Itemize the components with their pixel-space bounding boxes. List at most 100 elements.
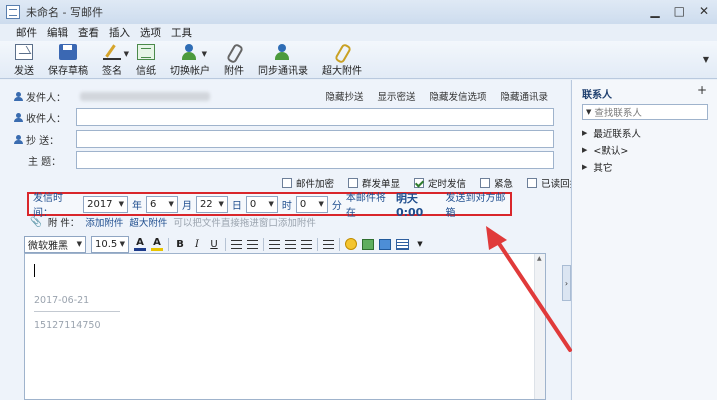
checkbox[interactable] bbox=[480, 178, 491, 188]
align-left-icon[interactable] bbox=[269, 239, 280, 249]
attachment-button[interactable]: 附件 bbox=[224, 41, 244, 77]
send-options: 邮件加密 群发单显 定时发信 紧急 已读回执 bbox=[282, 176, 579, 190]
insert-image-icon[interactable] bbox=[362, 238, 374, 250]
option-urgent[interactable]: 紧急 bbox=[480, 176, 513, 190]
menu-tools[interactable]: 工具 bbox=[171, 25, 192, 40]
format-toolbar: 微软雅黑 ▼ 10.5 ▼ A A B I U ▼ bbox=[24, 235, 544, 253]
font-size-select[interactable]: 10.5 ▼ bbox=[91, 235, 129, 253]
hour-unit: 时 bbox=[281, 200, 292, 212]
hour-select[interactable]: 0 ▼ bbox=[245, 195, 278, 213]
collapse-sidebar-button[interactable]: › bbox=[562, 265, 571, 301]
message-body-editor[interactable]: 2017-06-21 15127114750 bbox=[24, 253, 546, 400]
option-scheduled-send[interactable]: 定时发信 bbox=[414, 176, 466, 190]
show-bcc-link[interactable]: 显示密送 bbox=[377, 89, 415, 103]
save-draft-button[interactable]: 保存草稿 bbox=[48, 41, 88, 77]
from-row: 发件人： bbox=[14, 87, 334, 105]
tree-item-recent[interactable]: ▶ 最近联系人 bbox=[582, 124, 641, 141]
subject-input[interactable] bbox=[76, 151, 554, 169]
stationery-button[interactable]: 信纸 bbox=[136, 41, 156, 77]
save-icon bbox=[59, 44, 77, 60]
checkbox[interactable] bbox=[282, 178, 292, 188]
cc-row: 抄 送： bbox=[14, 130, 554, 148]
chevron-down-icon[interactable]: ▼ bbox=[414, 240, 426, 248]
checkbox[interactable] bbox=[348, 178, 359, 188]
send-button[interactable]: 发送 bbox=[14, 41, 34, 77]
cc-input[interactable] bbox=[76, 130, 554, 148]
editor-scrollbar[interactable] bbox=[534, 254, 545, 399]
month-select[interactable]: 6 ▼ bbox=[145, 195, 178, 213]
highlight-color-icon[interactable]: A bbox=[151, 237, 163, 251]
bold-icon[interactable]: B bbox=[174, 239, 186, 250]
from-address-blurred[interactable] bbox=[80, 91, 210, 101]
person-icon bbox=[14, 91, 23, 101]
align-center-icon[interactable] bbox=[285, 239, 296, 249]
divider bbox=[339, 237, 340, 251]
chevron-down-icon: ▼ bbox=[118, 200, 124, 208]
expand-arrow-icon: ▶ bbox=[582, 145, 588, 154]
divider bbox=[263, 237, 264, 251]
option-encrypt[interactable]: 邮件加密 bbox=[282, 176, 334, 190]
emoticon-icon[interactable] bbox=[345, 238, 357, 250]
toolbar-overflow-icon[interactable]: ▼ bbox=[703, 55, 709, 64]
expand-arrow-icon: ▶ bbox=[582, 162, 588, 171]
maximize-button[interactable]: □ bbox=[674, 4, 685, 18]
minimize-button[interactable]: ▁ bbox=[650, 4, 659, 18]
from-label: 发件人： bbox=[14, 89, 76, 104]
year-unit: 年 bbox=[131, 200, 142, 212]
menu-view[interactable]: 查看 bbox=[78, 25, 99, 40]
large-attachment-link[interactable]: 超大附件 bbox=[129, 215, 167, 229]
italic-icon[interactable]: I bbox=[191, 239, 203, 250]
attach-label: 附 件： bbox=[47, 218, 80, 229]
underline-icon[interactable]: U bbox=[208, 239, 220, 250]
tree-item-other[interactable]: ▶ 其它 bbox=[582, 158, 641, 175]
chevron-down-icon: ▼ bbox=[201, 50, 207, 58]
to-input[interactable] bbox=[76, 108, 554, 126]
sync-contacts-button[interactable]: 同步通讯录 bbox=[258, 41, 308, 77]
add-contact-button[interactable]: + bbox=[697, 83, 707, 97]
contacts-tree: ▶ 最近联系人 ▶ <默认> ▶ 其它 bbox=[582, 124, 641, 175]
insert-screenshot-icon[interactable] bbox=[379, 238, 391, 250]
numbered-list-icon[interactable] bbox=[231, 239, 242, 249]
chevron-right-icon: › bbox=[564, 278, 569, 288]
font-family-select[interactable]: 微软雅黑 ▼ bbox=[24, 235, 86, 253]
hide-send-options-link[interactable]: 隐藏发信选项 bbox=[429, 89, 486, 103]
align-right-icon[interactable] bbox=[301, 239, 312, 249]
close-button[interactable]: ✕ bbox=[699, 4, 709, 18]
signature-date: 2017-06-21 bbox=[34, 295, 90, 306]
option-individual-send[interactable]: 群发单显 bbox=[348, 176, 400, 190]
title-bar: 未命名 - 写邮件 ▁ □ ✕ bbox=[0, 0, 717, 24]
signature-phone: 15127114750 bbox=[34, 320, 101, 331]
paperclip-icon: 📎 bbox=[30, 216, 42, 228]
main-toolbar: 发送 保存草稿 ▼ 签名 信纸 ▼ 切换帐户 附件 同步通讯录 超大附件 ▼ bbox=[0, 41, 717, 79]
paperclip-icon bbox=[225, 44, 243, 60]
contact-search-input[interactable]: ▼ 查找联系人 bbox=[582, 104, 708, 120]
hide-contacts-link[interactable]: 隐藏通讯录 bbox=[500, 89, 548, 103]
header-links: 隐藏抄送 显示密送 隐藏发信选项 隐藏通讯录 bbox=[325, 89, 548, 103]
checkbox-checked[interactable] bbox=[414, 178, 425, 188]
menu-options[interactable]: 选项 bbox=[140, 25, 161, 40]
attach-hint: 可以把文件直接拖进窗口添加附件 bbox=[173, 218, 316, 229]
menu-edit[interactable]: 编辑 bbox=[47, 25, 68, 40]
insert-table-icon[interactable] bbox=[396, 238, 409, 250]
add-attachment-link[interactable]: 添加附件 bbox=[85, 215, 123, 229]
person-icon bbox=[14, 112, 23, 122]
menu-mail[interactable]: 邮件 bbox=[16, 25, 37, 40]
indent-icon[interactable] bbox=[323, 239, 334, 249]
tree-item-default[interactable]: ▶ <默认> bbox=[582, 141, 641, 158]
chevron-down-icon: ▼ bbox=[586, 108, 592, 116]
day-unit: 日 bbox=[231, 200, 242, 212]
day-select[interactable]: 22 ▼ bbox=[195, 195, 228, 213]
switch-account-button[interactable]: ▼ 切换帐户 bbox=[170, 41, 210, 77]
chevron-down-icon: ▼ bbox=[76, 240, 82, 248]
year-select[interactable]: 2017 ▼ bbox=[83, 195, 128, 213]
divider bbox=[225, 237, 226, 251]
scheduled-send-row: 发信时间： 2017 ▼ 年 6 ▼ 月 22 ▼ 日 0 ▼ 时 0 ▼ 分 本邮件将在… bbox=[27, 192, 512, 219]
contact-search-placeholder: 查找联系人 bbox=[594, 108, 642, 119]
large-attachment-button[interactable]: 超大附件 bbox=[322, 41, 362, 77]
bulleted-list-icon[interactable] bbox=[247, 239, 258, 249]
minute-select[interactable]: 0 ▼ bbox=[295, 195, 328, 213]
checkbox[interactable] bbox=[527, 178, 538, 188]
font-color-icon[interactable]: A bbox=[134, 237, 146, 251]
menu-insert[interactable]: 插入 bbox=[109, 25, 130, 40]
signature-button[interactable]: ▼ 签名 bbox=[102, 41, 129, 77]
